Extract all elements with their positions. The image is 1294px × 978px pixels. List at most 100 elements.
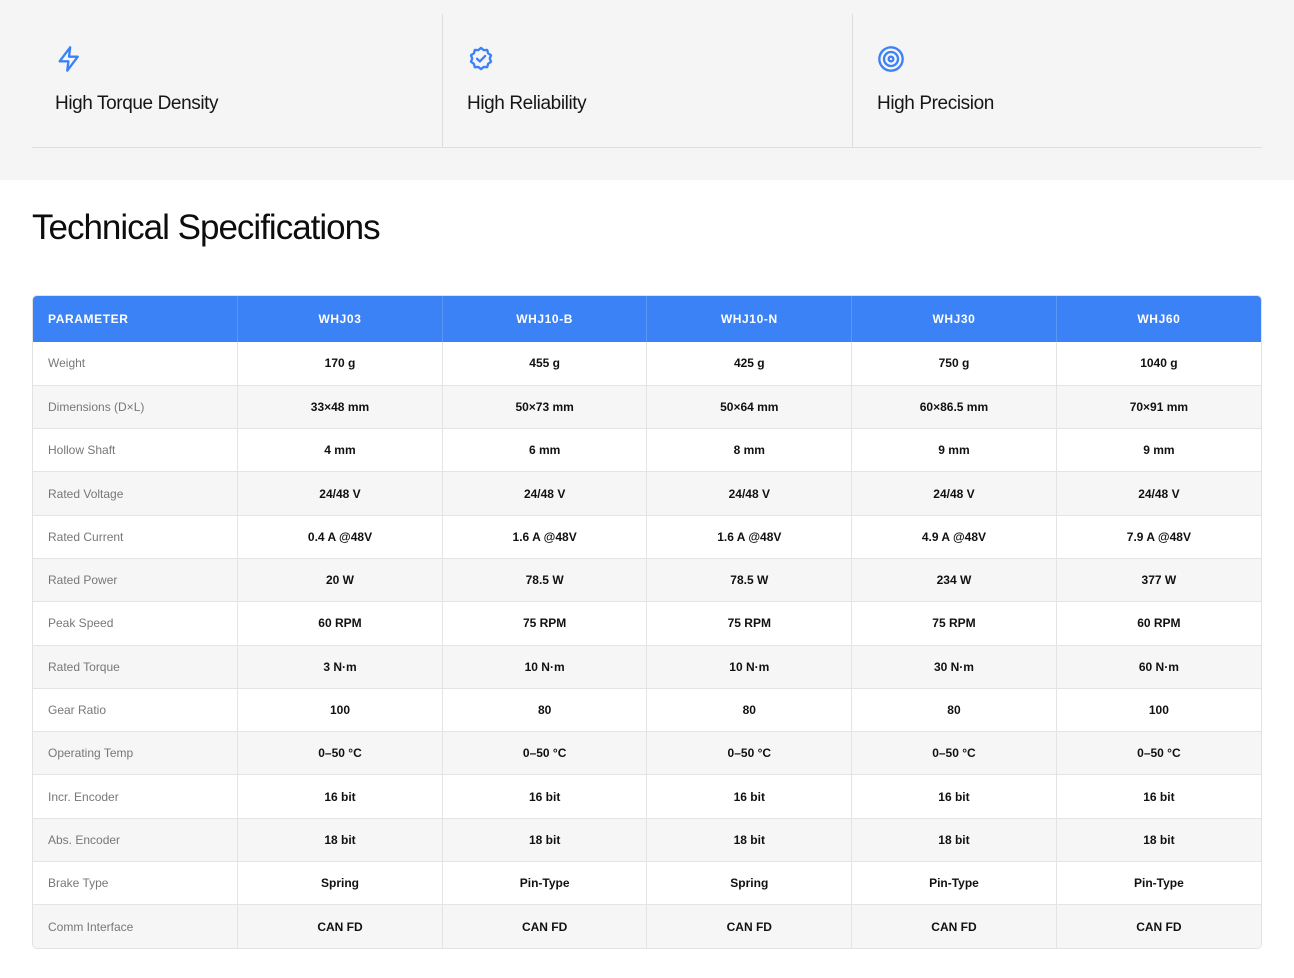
spec-value-cell: CAN FD <box>851 904 1057 949</box>
table-row: Incr. Encoder 16 bit 16 bit 16 bit 16 bit 16 … <box>33 774 1261 819</box>
feature-card-reliability: High Reliability <box>442 14 852 147</box>
spec-value-cell: 170 g <box>237 342 443 386</box>
header-cell-model: WHJ10-B <box>441 296 647 342</box>
spec-value-cell: 7.9 A @48V <box>1055 514 1261 559</box>
spec-value-cell: 60 RPM <box>1055 601 1261 646</box>
parameter-name-cell: Abs. Encoder <box>33 817 238 862</box>
spec-value-cell: 30 N·m <box>851 644 1057 689</box>
parameter-name-cell: Rated Current <box>33 514 238 559</box>
parameter-name-cell: Dimensions (D×L) <box>33 384 238 429</box>
spec-value-cell: 234 W <box>851 557 1057 602</box>
table-row: Rated Power 20 W 78.5 W 78.5 W 234 W 377 W <box>33 557 1261 602</box>
spec-value-cell: Pin-Type <box>851 861 1057 905</box>
spec-value-cell: 24/48 V <box>237 471 443 516</box>
spec-value-cell: 18 bit <box>646 817 852 862</box>
spec-value-cell: 33×48 mm <box>237 384 443 429</box>
spec-value-cell: 10 N·m <box>646 644 852 689</box>
table-row: Hollow Shaft 4 mm 6 mm 8 mm 9 mm 9 mm <box>33 428 1261 472</box>
table-row: Peak Speed 60 RPM 75 RPM 75 RPM 75 RPM 60 RPM <box>33 601 1261 646</box>
spec-value-cell: 24/48 V <box>851 471 1057 516</box>
spec-value-cell: 75 RPM <box>441 601 647 646</box>
parameter-name-cell: Rated Voltage <box>33 471 238 516</box>
table-row: Comm Interface CAN FD CAN FD CAN FD CAN FD CA… <box>33 904 1261 949</box>
table-row: Dimensions (D×L) 33×48 mm 50×73 mm 50×64 mm… <box>33 384 1261 429</box>
spec-value-cell: 10 N·m <box>441 644 647 689</box>
spec-value-cell: 60×86.5 mm <box>851 384 1057 429</box>
features-row: High Torque Density High Reliability Hig… <box>32 14 1262 148</box>
parameter-name-cell: Brake Type <box>33 861 238 905</box>
spec-value-cell: 0–50 °C <box>237 731 443 775</box>
spec-value-cell: 60 N·m <box>1055 644 1261 689</box>
spec-value-cell: 0–50 °C <box>441 731 647 775</box>
parameter-name-cell: Comm Interface <box>33 904 238 949</box>
parameter-name-cell: Rated Power <box>33 557 238 602</box>
header-cell-model: WHJ60 <box>1055 296 1261 342</box>
spec-value-cell: 18 bit <box>851 817 1057 862</box>
spec-value-cell: 1040 g <box>1055 342 1261 386</box>
spec-value-cell: 6 mm <box>441 428 647 472</box>
spec-value-cell: 24/48 V <box>1055 471 1261 516</box>
spec-value-cell: 78.5 W <box>646 557 852 602</box>
spec-value-cell: 50×64 mm <box>646 384 852 429</box>
spec-value-cell: 16 bit <box>851 774 1057 819</box>
spec-value-cell: 4 mm <box>237 428 443 472</box>
spec-value-cell: 9 mm <box>1055 428 1261 472</box>
spec-value-cell: 18 bit <box>1055 817 1261 862</box>
header-cell-parameter: PARAMETER <box>33 296 238 342</box>
spec-value-cell: CAN FD <box>1055 904 1261 949</box>
parameter-name-cell: Operating Temp <box>33 731 238 775</box>
spec-value-cell: 18 bit <box>441 817 647 862</box>
section-title: Technical Specifications <box>32 208 381 247</box>
table-row: Abs. Encoder 18 bit 18 bit 18 bit 18 bit 18 b… <box>33 817 1261 862</box>
spec-value-cell: 0–50 °C <box>1055 731 1261 775</box>
spec-value-cell: 16 bit <box>1055 774 1261 819</box>
spec-value-cell: CAN FD <box>237 904 443 949</box>
spec-value-cell: 8 mm <box>646 428 852 472</box>
spec-value-cell: 80 <box>851 687 1057 732</box>
spec-value-cell: 0–50 °C <box>646 731 852 775</box>
spec-table-header-row: PARAMETER WHJ03 WHJ10-B WHJ10-N WHJ30 WH… <box>33 296 1261 342</box>
feature-card-torque: High Torque Density <box>32 14 442 147</box>
spec-value-cell: 24/48 V <box>646 471 852 516</box>
spec-value-cell: 75 RPM <box>851 601 1057 646</box>
parameter-name-cell: Peak Speed <box>33 601 238 646</box>
spec-value-cell: CAN FD <box>646 904 852 949</box>
spec-value-cell: Pin-Type <box>1055 861 1261 905</box>
spec-value-cell: 1.6 A @48V <box>441 514 647 559</box>
spec-value-cell: 16 bit <box>646 774 852 819</box>
parameter-name-cell: Gear Ratio <box>33 687 238 732</box>
spec-value-cell: 80 <box>441 687 647 732</box>
parameter-name-cell: Weight <box>33 342 238 386</box>
spec-value-cell: 100 <box>1055 687 1261 732</box>
spec-value-cell: 4.9 A @48V <box>851 514 1057 559</box>
spec-value-cell: 80 <box>646 687 852 732</box>
spec-value-cell: 60 RPM <box>237 601 443 646</box>
table-row: Weight 170 g 455 g 425 g 750 g 1040 g <box>33 342 1261 386</box>
spec-value-cell: 20 W <box>237 557 443 602</box>
spec-value-cell: 3 N·m <box>237 644 443 689</box>
spec-value-cell: 9 mm <box>851 428 1057 472</box>
feature-card-precision: High Precision <box>852 14 1262 147</box>
spec-value-cell: 78.5 W <box>441 557 647 602</box>
spec-value-cell: 377 W <box>1055 557 1261 602</box>
features-band: High Torque Density High Reliability Hig… <box>0 0 1294 180</box>
spec-table: PARAMETER WHJ03 WHJ10-B WHJ10-N WHJ30 WH… <box>33 296 1261 949</box>
header-cell-model: WHJ03 <box>237 296 443 342</box>
parameter-name-cell: Hollow Shaft <box>33 428 238 472</box>
spec-value-cell: Spring <box>646 861 852 905</box>
parameter-name-cell: Rated Torque <box>33 644 238 689</box>
spec-table-body: Weight 170 g 455 g 425 g 750 g 1040 g Dimensio… <box>33 342 1261 949</box>
table-row: Rated Torque 3 N·m 10 N·m 10 N·m 30 N·m 60 N·… <box>33 644 1261 689</box>
table-row: Rated Current 0.4 A @48V 1.6 A @48V 1.6 A @… <box>33 514 1261 559</box>
target-icon <box>878 46 904 72</box>
header-cell-model: WHJ30 <box>851 296 1057 342</box>
table-row: Gear Ratio 100 80 80 80 100 <box>33 687 1261 732</box>
feature-title: High Torque Density <box>55 93 219 114</box>
spec-value-cell: 70×91 mm <box>1055 384 1261 429</box>
spec-value-cell: 50×73 mm <box>441 384 647 429</box>
spec-table-container: PARAMETER WHJ03 WHJ10-B WHJ10-N WHJ30 WH… <box>32 295 1262 950</box>
spec-value-cell: 18 bit <box>237 817 443 862</box>
header-cell-model: WHJ10-N <box>646 296 852 342</box>
table-row: Operating Temp 0–50 °C 0–50 °C 0–50 °C 0–50 … <box>33 731 1261 775</box>
lightning-bolt-icon <box>58 46 79 72</box>
